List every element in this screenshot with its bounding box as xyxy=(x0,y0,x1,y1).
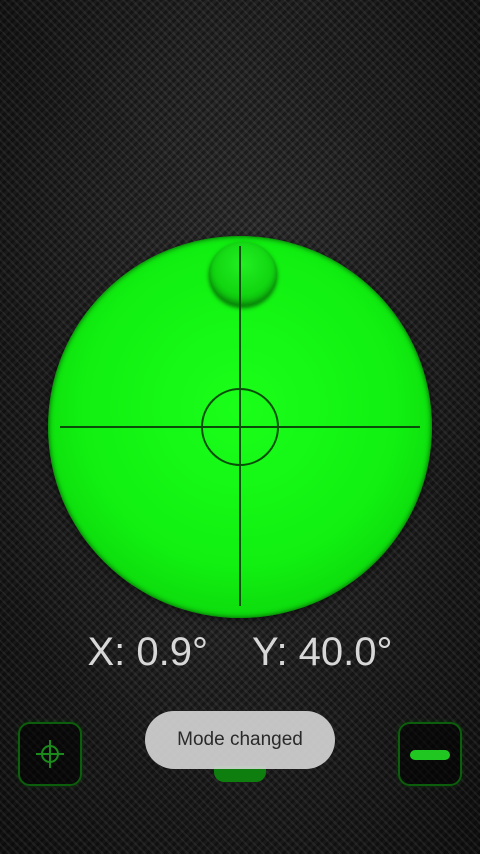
y-angle-label: Y: 40.0° xyxy=(251,630,393,674)
calibrate-button[interactable] xyxy=(18,722,82,786)
x-angle-label: X: 0.9° xyxy=(87,630,208,674)
angle-readout: X: 0.9° Y: 40.0° xyxy=(0,630,480,675)
level-bubble xyxy=(209,242,277,306)
toast-message: Mode changed xyxy=(145,711,335,769)
crosshair-icon xyxy=(36,740,64,768)
mode-button[interactable] xyxy=(398,722,462,786)
level-disc xyxy=(48,236,432,618)
minus-icon xyxy=(410,750,450,760)
bubble-level xyxy=(48,236,432,618)
center-target-ring xyxy=(201,388,279,466)
